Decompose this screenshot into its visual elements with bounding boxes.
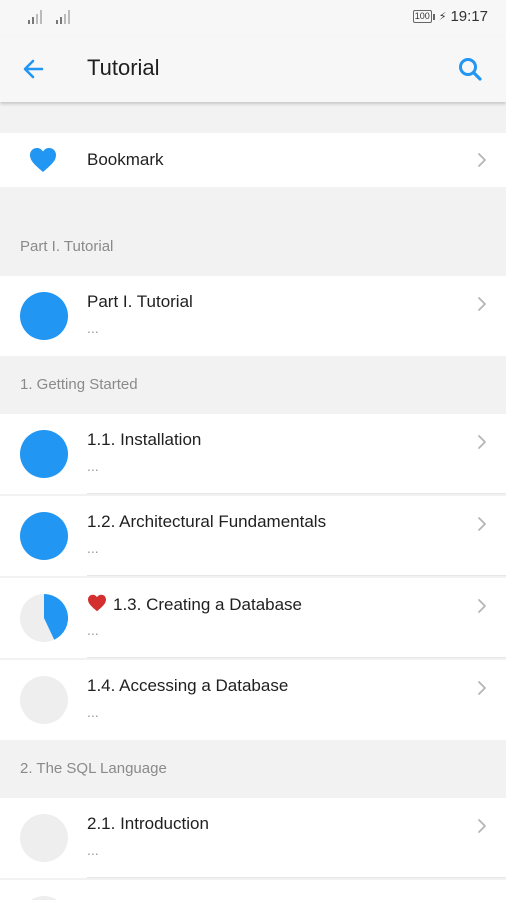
list-item[interactable] xyxy=(0,880,506,900)
chevron-right-icon xyxy=(478,297,486,311)
list-item[interactable]: 1.2. Architectural Fundamentals ... xyxy=(0,496,506,576)
app-bar: Tutorial xyxy=(0,36,506,102)
item-title: 1.2. Architectural Fundamentals xyxy=(87,512,327,531)
divider xyxy=(87,657,506,658)
bookmarked-heart-icon xyxy=(88,594,106,612)
progress-indicator xyxy=(20,512,68,560)
item-subtitle: ... xyxy=(87,458,99,474)
item-title: 1.1. Installation xyxy=(87,430,202,449)
search-icon[interactable] xyxy=(456,55,484,83)
section-header: Part I. Tutorial xyxy=(0,218,506,276)
signal-icon xyxy=(56,10,70,24)
heart-icon xyxy=(30,148,56,172)
list-item[interactable]: 2.1. Introduction ... xyxy=(0,798,506,878)
page-title: Tutorial xyxy=(87,55,160,80)
charging-icon: ⚡ xyxy=(438,11,447,23)
progress-indicator xyxy=(20,292,68,340)
chevron-right-icon xyxy=(478,435,486,449)
progress-fill xyxy=(20,512,68,560)
item-title: Part I. Tutorial xyxy=(87,292,193,311)
clock: 19:17 xyxy=(450,8,488,25)
list-item[interactable]: 1.3. Creating a Database ... xyxy=(0,578,506,658)
list-item[interactable]: 1.1. Installation ... xyxy=(0,414,506,494)
progress-fill xyxy=(20,292,68,340)
item-subtitle: ... xyxy=(87,540,99,556)
item-title: 2.1. Introduction xyxy=(87,814,209,833)
progress-indicator xyxy=(20,676,68,724)
status-right: 100 ⚡ 19:17 xyxy=(412,8,488,25)
item-subtitle: ... xyxy=(87,622,99,638)
battery-icon: 100 xyxy=(412,10,435,23)
progress-indicator xyxy=(20,594,68,642)
progress-indicator xyxy=(20,814,68,862)
status-bar: 100 ⚡ 19:17 xyxy=(0,0,506,36)
item-subtitle: ... xyxy=(87,320,99,336)
signal-icon xyxy=(28,10,42,24)
section-header: 2. The SQL Language xyxy=(0,740,506,798)
item-subtitle: ... xyxy=(87,704,99,720)
divider xyxy=(87,575,506,576)
battery-level: 100 xyxy=(412,10,432,23)
progress-indicator xyxy=(20,430,68,478)
section-header: 1. Getting Started xyxy=(0,356,506,414)
bookmark-row[interactable]: Bookmark xyxy=(0,133,506,187)
chevron-right-icon xyxy=(478,153,486,167)
progress-fill xyxy=(20,430,68,478)
list-item[interactable]: 1.4. Accessing a Database ... xyxy=(0,660,506,740)
progress-track xyxy=(20,676,68,724)
chevron-right-icon xyxy=(478,517,486,531)
item-subtitle: ... xyxy=(87,842,99,858)
item-title: 1.3. Creating a Database xyxy=(113,595,303,614)
divider xyxy=(87,877,506,878)
list-item[interactable]: Part I. Tutorial ... xyxy=(0,276,506,356)
arrow-left-icon[interactable] xyxy=(20,55,48,83)
chevron-right-icon xyxy=(478,819,486,833)
progress-indicator xyxy=(20,896,68,900)
chevron-right-icon xyxy=(478,599,486,613)
progress-track xyxy=(20,814,68,862)
chevron-right-icon xyxy=(478,681,486,695)
item-title: 1.4. Accessing a Database xyxy=(87,676,289,695)
bookmark-label: Bookmark xyxy=(87,150,164,169)
divider xyxy=(87,493,506,494)
